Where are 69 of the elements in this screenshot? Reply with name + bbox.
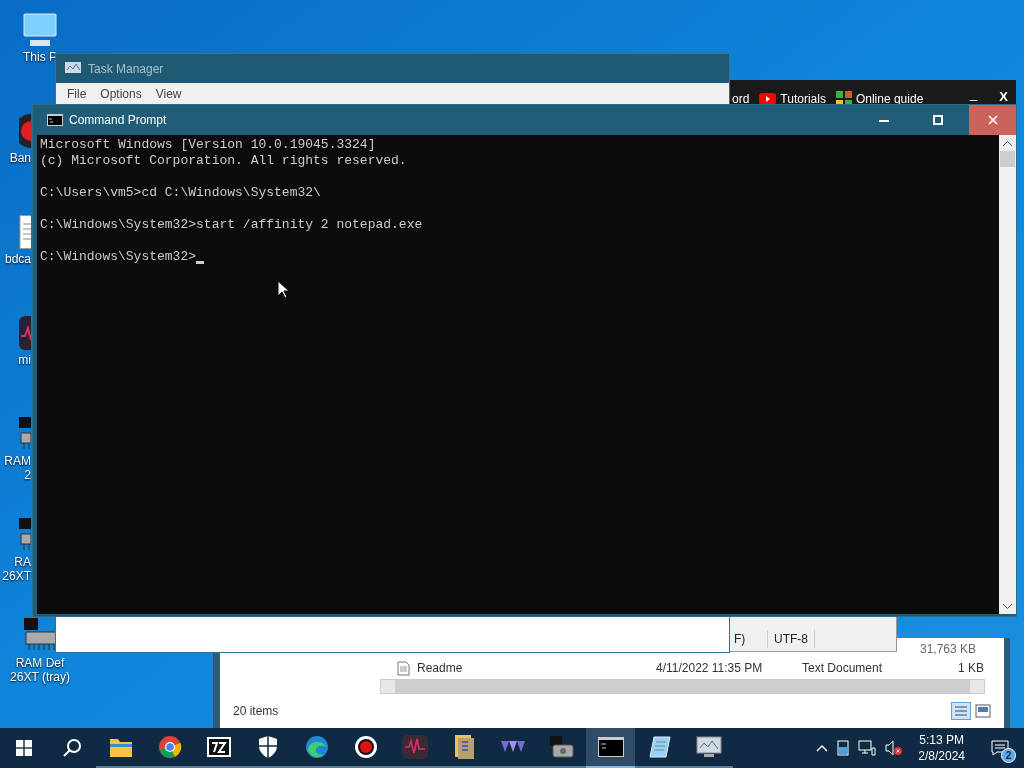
- date: 2/8/2024: [918, 748, 965, 764]
- file-date: 4/11/2022 11:35 PM: [656, 660, 764, 677]
- shield-icon[interactable]: [256, 735, 279, 759]
- document-icon: [19, 215, 31, 249]
- mouse-pointer-icon: [277, 280, 289, 299]
- record-icon[interactable]: [353, 735, 378, 759]
- window-title: Command Prompt: [69, 112, 167, 129]
- memory-chip-icon: [19, 417, 31, 451]
- desktop-icon-label[interactable]: RAM: [4, 454, 31, 468]
- time: 5:13 PM: [919, 732, 964, 748]
- terminal-icon: [47, 114, 63, 126]
- monitor-chart-icon[interactable]: [695, 736, 722, 758]
- notepad-icon[interactable]: [647, 735, 672, 759]
- battery-icon[interactable]: [837, 740, 850, 756]
- play-icon: [759, 93, 777, 105]
- record-icon: [19, 114, 31, 148]
- search-icon[interactable]: [62, 738, 82, 758]
- file-size: 1 KB: [957, 660, 984, 677]
- text-file-icon: [397, 660, 410, 676]
- edge-browser-icon[interactable]: [304, 735, 329, 759]
- file-size: 31,763 KB: [919, 641, 976, 658]
- notification-count: 2: [1001, 748, 1016, 763]
- terminal-icon[interactable]: [597, 737, 624, 757]
- tiles-view-icon[interactable]: [975, 704, 991, 718]
- console-line: C:\Windows\System32>: [40, 249, 197, 265]
- desktop-icon-label[interactable]: Ban: [9, 151, 31, 165]
- desktop-icon-label[interactable]: RA: [14, 555, 31, 569]
- waveform-icon: [19, 316, 31, 350]
- toolbar-link[interactable]: Tutorials: [780, 90, 826, 108]
- menu-item[interactable]: File: [60, 85, 94, 103]
- file-stack-icon[interactable]: [452, 734, 475, 760]
- clock[interactable]: 5:13 PM 2/8/2024: [912, 732, 971, 764]
- memory-chip-icon: [19, 518, 31, 552]
- menu-item[interactable]: View: [148, 85, 189, 103]
- console-line: Microsoft Windows [Version 10.0.19045.3324]: [40, 137, 376, 153]
- desktop-icon-label[interactable]: 26XT (tray): [10, 670, 70, 684]
- desktop-icon-label[interactable]: mi: [18, 353, 31, 367]
- folder-icon[interactable]: [108, 736, 133, 758]
- menu-item[interactable]: Options: [93, 85, 149, 103]
- file-type: Text Document: [802, 660, 884, 677]
- hard-drive-icon[interactable]: [548, 735, 575, 759]
- browser-icon[interactable]: [157, 735, 182, 759]
- close-icon: [987, 115, 998, 125]
- network-icon[interactable]: [858, 740, 877, 756]
- desktop-icon-label[interactable]: 26XT: [2, 569, 31, 583]
- muted-speaker-icon[interactable]: [885, 740, 904, 756]
- taskbar-button[interactable]: [586, 728, 635, 768]
- horizontal-scrollbar[interactable]: [380, 678, 985, 694]
- console-line: C:\Users\vm5>cd C:\Windows\System32\: [40, 185, 321, 201]
- windows-logo-icon[interactable]: [16, 740, 32, 756]
- waveform-icon[interactable]: [401, 735, 428, 759]
- desktop-icon-label[interactable]: RAM Def: [15, 656, 65, 670]
- vertical-scrollbar[interactable]: [999, 135, 1016, 614]
- item-count: 20 items: [233, 703, 279, 720]
- file-row[interactable]: Readme 4/11/2022 11:35 PM Text Document 1 KB: [220, 658, 1004, 678]
- toolbar-link[interactable]: ord: [732, 90, 750, 108]
- maximize-icon[interactable]: [933, 115, 943, 125]
- close-button[interactable]: X: [991, 90, 1016, 103]
- desktop-icon-label[interactable]: 2: [24, 468, 31, 482]
- console-line: (c) Microsoft Corporation. All rights reserved.: [40, 153, 407, 169]
- desktop-icon-label[interactable]: bdca: [4, 252, 31, 266]
- file-name: Readme: [417, 660, 464, 677]
- archive-logo-icon[interactable]: [206, 737, 231, 757]
- chevron-up-icon[interactable]: [816, 744, 829, 752]
- minimize-button[interactable]: _: [966, 90, 982, 100]
- window-title: Task Manager: [88, 60, 164, 78]
- scroll-thumb[interactable]: [1000, 151, 1015, 167]
- status-cell: UTF-8: [768, 630, 815, 648]
- console-line: C:\Windows\System32>start /affinity 2 notepad.exe: [40, 217, 423, 233]
